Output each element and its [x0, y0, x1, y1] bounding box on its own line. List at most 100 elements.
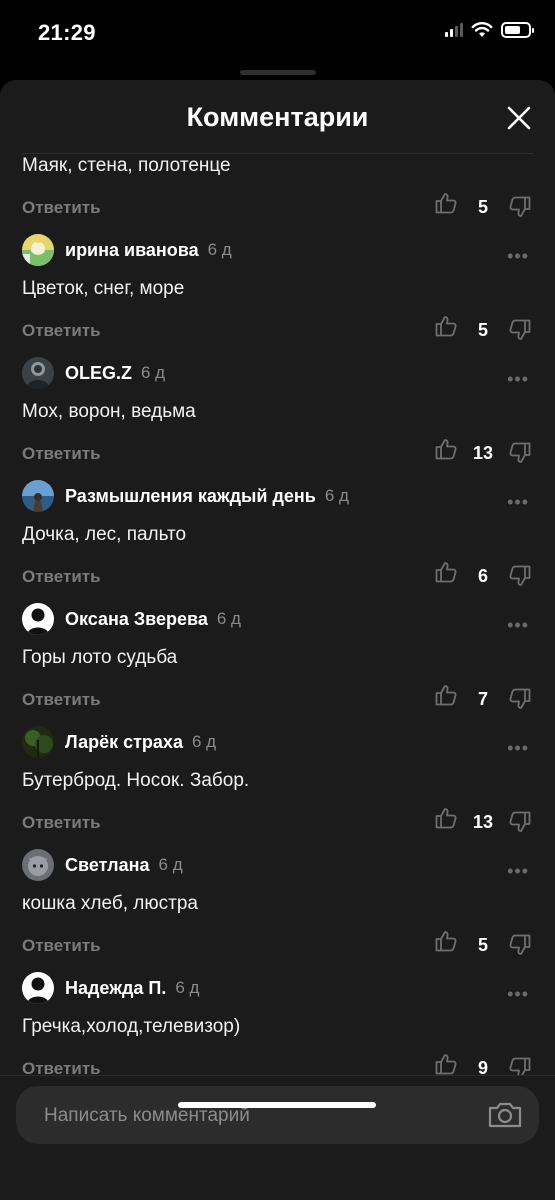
comment-header: Надежда П. 6 д: [22, 972, 199, 1004]
comments-list[interactable]: Маяк, стена, полотенце Ответить 5 ирина ива…: [0, 155, 555, 1075]
more-dots-icon[interactable]: •••: [507, 246, 529, 267]
comment-item: Маяк, стена, полотенце Ответить 5: [0, 155, 555, 234]
comment-header: Светлана 6 д: [22, 849, 183, 881]
like-count: 5: [477, 320, 488, 340]
comment-item: Светлана 6 д ••• кошка хлеб, люстра Ответить…: [0, 849, 555, 972]
like-count: 13: [472, 812, 494, 832]
thumbs-down-icon[interactable]: [508, 318, 532, 342]
comment-item: Размышления каждый день 6 д ••• Дочка, лес,…: [0, 480, 555, 603]
reply-button[interactable]: Ответить: [22, 198, 101, 218]
reply-button[interactable]: Ответить: [22, 690, 101, 710]
comment-time: 6 д: [141, 363, 166, 382]
thumbs-up-icon[interactable]: [434, 683, 458, 707]
wifi-icon: [471, 22, 493, 37]
like-count: 5: [477, 935, 488, 955]
comment-text: Цветок, снег, море: [22, 278, 185, 299]
comment-author[interactable]: Оксана Зверева: [65, 609, 208, 630]
like-count: 7: [477, 689, 488, 709]
close-icon[interactable]: [505, 104, 533, 132]
page-title: Комментарии: [186, 102, 369, 132]
thumbs-down-icon[interactable]: [508, 687, 532, 711]
thumbs-down-icon[interactable]: [508, 933, 532, 957]
comment-text: Бутерброд. Носок. Забор.: [22, 770, 250, 791]
reply-button[interactable]: Ответить: [22, 321, 101, 341]
comment-author[interactable]: OLEG.Z: [65, 363, 132, 384]
reply-button[interactable]: Ответить: [22, 936, 101, 956]
comment-author[interactable]: Надежда П.: [65, 978, 166, 999]
thumbs-up-icon[interactable]: [434, 1052, 458, 1075]
thumbs-up-icon[interactable]: [434, 191, 458, 215]
reply-button[interactable]: Ответить: [22, 444, 101, 464]
like-count: 6: [477, 566, 488, 586]
thumbs-up-icon[interactable]: [434, 314, 458, 338]
comment-text: кошка хлеб, люстра: [22, 893, 198, 914]
comment-author[interactable]: Ларёк страха: [65, 732, 183, 753]
sheet-header: Комментарии: [22, 80, 533, 154]
battery-icon: [501, 22, 534, 38]
cellular-signal-icon: [445, 23, 463, 37]
comment-header: Размышления каждый день 6 д: [22, 480, 349, 512]
reply-button[interactable]: Ответить: [22, 813, 101, 833]
comment-header: Ларёк страха 6 д: [22, 726, 216, 758]
more-dots-icon[interactable]: •••: [507, 738, 529, 759]
status-icons: [445, 22, 534, 38]
sheet-grabber[interactable]: [240, 70, 316, 75]
comment-author[interactable]: ирина иванова: [65, 240, 199, 261]
comment-author[interactable]: Светлана: [65, 855, 150, 876]
comment-time: 6 д: [216, 609, 241, 628]
comment-item: Оксана Зверева 6 д ••• Горы лото судьба Отве…: [0, 603, 555, 726]
comments-sheet: Комментарии Маяк, стена, полотенце Ответи…: [0, 80, 555, 1200]
status-time: 21:29: [38, 20, 96, 45]
thumbs-up-icon[interactable]: [434, 437, 458, 461]
more-dots-icon[interactable]: •••: [507, 492, 529, 513]
thumbs-down-icon[interactable]: [508, 810, 532, 834]
comment-time: 6 д: [158, 855, 183, 874]
comment-input-bar: Написать комментарий: [0, 1075, 555, 1200]
thumbs-down-icon[interactable]: [508, 1056, 532, 1075]
avatar[interactable]: [22, 234, 54, 266]
like-count: 5: [477, 197, 488, 217]
comment-header: ирина иванова 6 д: [22, 234, 232, 266]
more-dots-icon[interactable]: •••: [507, 861, 529, 882]
comment-item: Ларёк страха 6 д ••• Бутерброд. Носок. Забо…: [0, 726, 555, 849]
like-count: 13: [472, 443, 494, 463]
comment-text: Гречка,холод,телевизор): [22, 1016, 241, 1037]
comment-input-placeholder: Написать комментарий: [44, 1105, 250, 1126]
like-count: 9: [477, 1058, 488, 1075]
thumbs-down-icon[interactable]: [508, 564, 532, 588]
avatar[interactable]: [22, 480, 54, 512]
more-dots-icon[interactable]: •••: [507, 615, 529, 636]
avatar[interactable]: [22, 972, 54, 1004]
avatar[interactable]: [22, 726, 54, 758]
comment-item: Надежда П. 6 д ••• Гречка,холод,телевизор) О…: [0, 972, 555, 1075]
thumbs-down-icon[interactable]: [508, 441, 532, 465]
thumbs-up-icon[interactable]: [434, 560, 458, 584]
reply-button[interactable]: Ответить: [22, 567, 101, 587]
reply-button[interactable]: Ответить: [22, 1059, 101, 1075]
thumbs-up-icon[interactable]: [434, 806, 458, 830]
status-bar: 21:29: [0, 0, 555, 62]
comment-author[interactable]: Размышления каждый день: [65, 486, 316, 507]
comment-text: Дочка, лес, пальто: [22, 524, 187, 545]
comment-header: Оксана Зверева 6 д: [22, 603, 241, 635]
thumbs-down-icon[interactable]: [508, 195, 532, 219]
comment-text: Мох, ворон, ведьма: [22, 401, 196, 422]
thumbs-up-icon[interactable]: [434, 929, 458, 953]
comment-time: 6 д: [207, 240, 232, 259]
avatar[interactable]: [22, 603, 54, 635]
comment-time: 6 д: [175, 978, 200, 997]
comment-header: OLEG.Z 6 д: [22, 357, 165, 389]
camera-icon[interactable]: [487, 1100, 523, 1130]
more-dots-icon[interactable]: •••: [507, 984, 529, 1005]
home-indicator: [178, 1102, 376, 1108]
comment-time: 6 д: [324, 486, 349, 505]
avatar[interactable]: [22, 357, 54, 389]
comment-time: 6 д: [191, 732, 217, 751]
avatar[interactable]: [22, 849, 54, 881]
comment-item: ирина иванова 6 д ••• Цветок, снег, море Отв…: [0, 234, 555, 357]
comment-input[interactable]: Написать комментарий: [16, 1086, 539, 1144]
comment-text: Горы лото судьба: [22, 647, 178, 668]
comment-item: OLEG.Z 6 д ••• Мох, ворон, ведьма Ответить 13: [0, 357, 555, 480]
more-dots-icon[interactable]: •••: [507, 369, 529, 390]
comment-text: Маяк, стена, полотенце: [22, 155, 231, 176]
